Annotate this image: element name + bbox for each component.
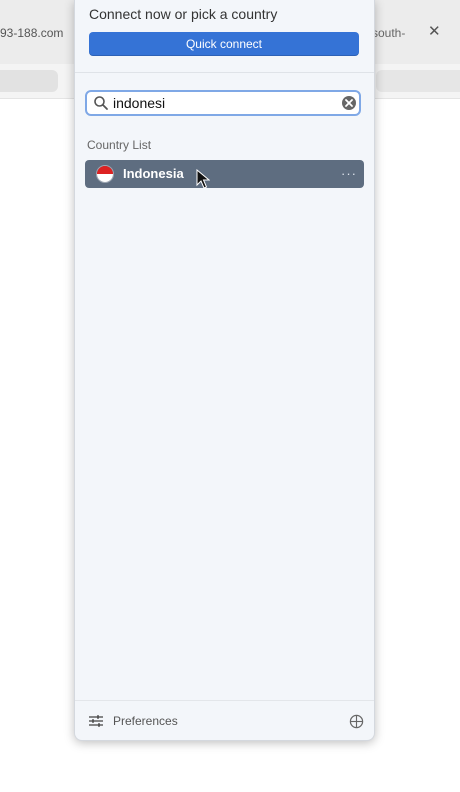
country-list-heading: Country List xyxy=(87,138,152,152)
more-options-icon[interactable]: ··· xyxy=(341,166,357,181)
country-name: Indonesia xyxy=(123,166,184,181)
sliders-icon[interactable] xyxy=(88,714,104,728)
clear-icon[interactable] xyxy=(341,95,357,111)
search-box[interactable] xyxy=(85,90,361,116)
tab-close-icon[interactable]: ✕ xyxy=(428,22,441,40)
connect-title: Connect now or pick a country xyxy=(89,6,278,22)
browser-address-bar-right[interactable] xyxy=(376,70,460,92)
quick-connect-button[interactable]: Quick connect xyxy=(89,32,359,56)
preferences-label[interactable]: Preferences xyxy=(113,714,178,728)
indonesia-flag-icon xyxy=(96,165,114,183)
search-icon xyxy=(94,96,108,110)
globe-icon[interactable] xyxy=(349,714,364,729)
vpn-popup-panel: Connect now or pick a country Quick conn… xyxy=(74,0,375,741)
browser-tab-right[interactable]: south- xyxy=(372,26,405,40)
search-input[interactable] xyxy=(113,94,333,112)
browser-address-bar-left[interactable] xyxy=(0,70,58,92)
browser-tab-left[interactable]: 93-188.com xyxy=(0,26,63,40)
country-row-indonesia[interactable]: Indonesia ··· xyxy=(85,160,364,188)
footer-divider xyxy=(75,700,374,701)
header-divider xyxy=(75,72,374,73)
mouse-cursor-icon xyxy=(196,169,210,189)
